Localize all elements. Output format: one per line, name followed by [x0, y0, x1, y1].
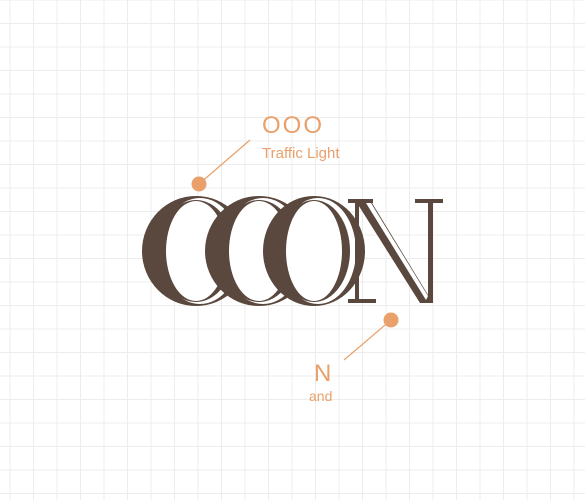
design-canvas: OOO Traffic Light N and — [0, 0, 585, 500]
top-callout-title: OOO — [262, 112, 325, 139]
callout-connectors — [191, 139, 399, 361]
bottom-callout-title: N — [314, 360, 332, 387]
bottom-callout-dot — [383, 312, 399, 328]
bottom-callout-subtitle: and — [309, 388, 333, 404]
bottom-callout-line — [343, 319, 392, 361]
top-callout-line — [198, 139, 251, 185]
top-callout-subtitle: Traffic Light — [262, 145, 340, 162]
top-callout-dot — [191, 176, 207, 192]
